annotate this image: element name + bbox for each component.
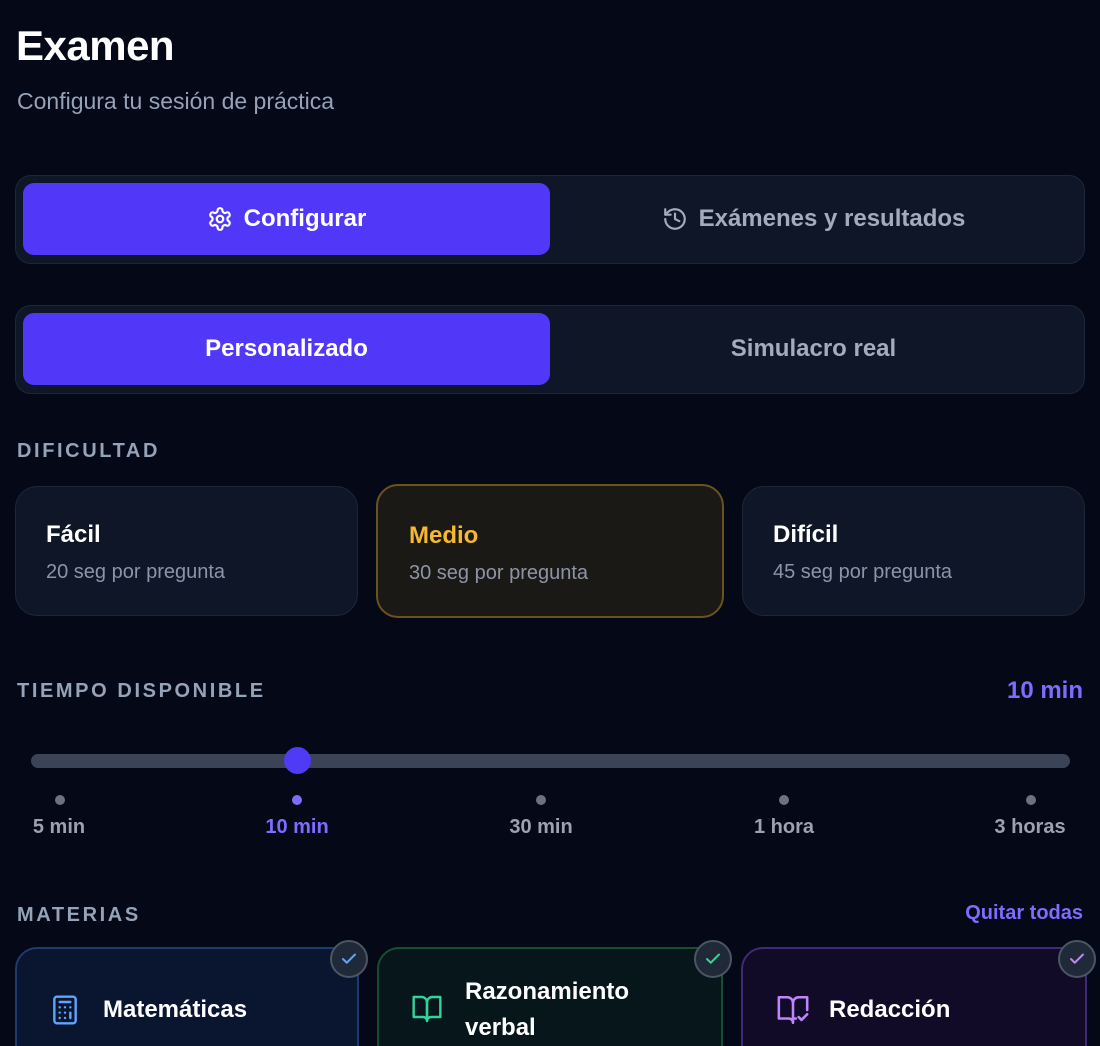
exam-config-page: Examen Configura tu sesión de práctica C…	[0, 0, 1100, 1046]
subject-card-matematicas[interactable]: Matemáticas	[15, 940, 368, 1046]
subject-name: Razonamiento verbal	[465, 978, 630, 1041]
time-tick-1hora[interactable]: 1 hora	[754, 816, 814, 839]
time-tick-30min[interactable]: 30 min	[509, 816, 572, 839]
tab-examenes-resultados[interactable]: Exámenes y resultados	[550, 183, 1077, 255]
tab-personalizado[interactable]: Personalizado	[23, 313, 550, 385]
difficulty-option-dificil[interactable]: Difícil 45 seg por pregunta	[742, 486, 1085, 616]
subject-name: Matemáticas	[103, 996, 248, 1023]
gear-icon	[207, 206, 233, 232]
tab-simulacro-real[interactable]: Simulacro real	[550, 313, 1077, 385]
time-slider-thumb[interactable]	[284, 747, 311, 774]
difficulty-label: DIFICULTAD	[17, 440, 161, 462]
difficulty-option-medio[interactable]: Medio 30 seg por pregunta	[376, 484, 724, 618]
tab-configurar-label: Configurar	[243, 205, 367, 232]
subjects-label: MATERIAS	[17, 904, 141, 926]
difficulty-desc: 30 seg por pregunta	[409, 562, 589, 584]
time-tick-10min[interactable]: 10 min	[265, 816, 328, 839]
page-subtitle: Configura tu sesión de práctica	[17, 88, 335, 114]
mode-tabs: Personalizado Simulacro real	[15, 305, 1085, 394]
time-value: 10 min	[1006, 677, 1083, 704]
check-icon	[1058, 940, 1096, 978]
tick-dot	[536, 795, 546, 805]
tab-configurar[interactable]: Configurar	[23, 183, 550, 255]
history-icon	[662, 206, 688, 232]
time-slider-track[interactable]	[31, 754, 1070, 768]
tick-dot	[55, 795, 65, 805]
difficulty-desc: 45 seg por pregunta	[773, 561, 953, 583]
subject-card-razonamiento-verbal[interactable]: Razonamiento verbal	[377, 940, 732, 1046]
tick-dot	[779, 795, 789, 805]
calculator-icon	[49, 993, 81, 1032]
time-tick-3horas[interactable]: 3 horas	[994, 816, 1065, 839]
difficulty-desc: 20 seg por pregunta	[46, 561, 226, 583]
clear-all-subjects-link[interactable]: Quitar todas	[965, 902, 1083, 925]
main-tabs: Configurar Exámenes y resultados	[15, 175, 1085, 264]
tab-examenes-label: Exámenes y resultados	[698, 205, 966, 232]
check-icon	[330, 940, 368, 978]
difficulty-option-facil[interactable]: Fácil 20 seg por pregunta	[15, 486, 358, 616]
check-icon	[694, 940, 732, 978]
page-title: Examen	[16, 22, 175, 69]
difficulty-name: Medio	[409, 522, 479, 549]
time-tick-5min[interactable]: 5 min	[33, 816, 85, 839]
subject-name: Redacción	[829, 996, 951, 1023]
difficulty-name: Fácil	[46, 521, 101, 548]
tick-dot	[292, 795, 302, 805]
difficulty-name: Difícil	[773, 521, 839, 548]
subject-card-redaccion[interactable]: Redacción	[741, 940, 1096, 1046]
book-check-icon	[775, 993, 811, 1032]
book-open-icon	[411, 993, 443, 1030]
tick-dot	[1026, 795, 1036, 805]
time-label: TIEMPO DISPONIBLE	[17, 680, 266, 702]
